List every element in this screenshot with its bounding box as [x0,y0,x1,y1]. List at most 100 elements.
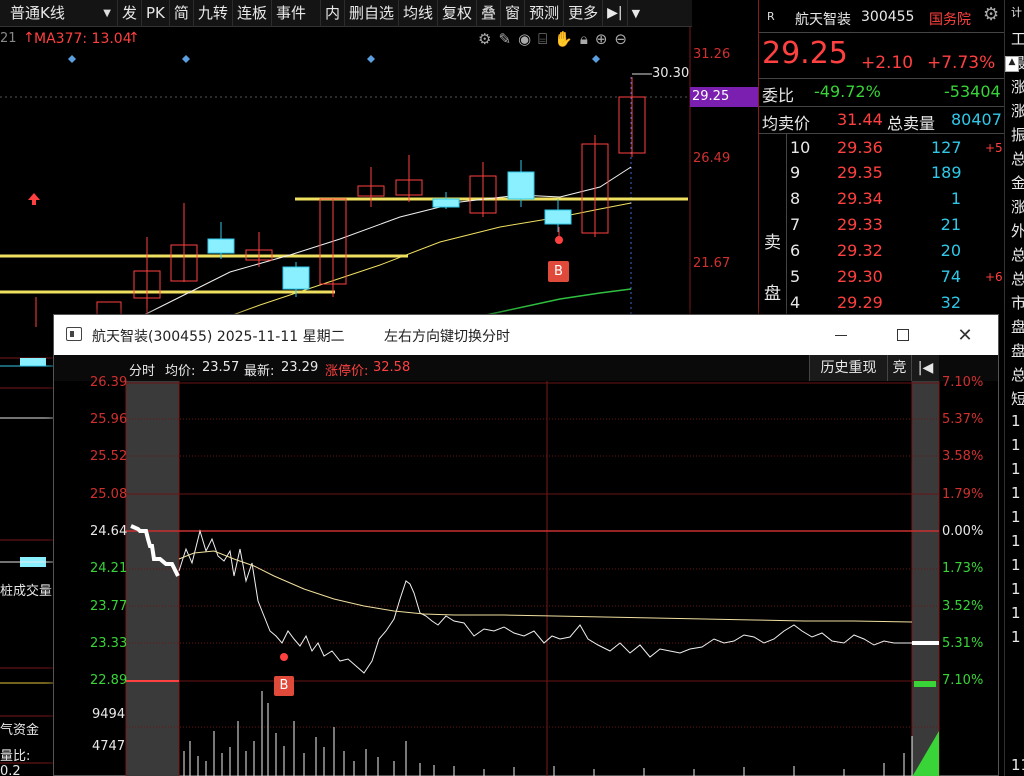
ask-volume: 127 [931,138,962,157]
pct-axis-label: 3.58% [942,449,984,464]
toolbar-item-events[interactable]: 事件 [272,0,321,27]
strip-char: 总 [1011,148,1024,169]
ask-price: 29.36 [837,138,883,157]
strip-char: 总 [1011,268,1024,289]
strip-char: 计 [1011,6,1022,19]
intraday-chart[interactable] [54,381,998,776]
toolbar-item-publish[interactable]: 发 [118,0,143,27]
minimize-button[interactable] [818,315,864,355]
chevron-down-icon[interactable]: ▼ [628,0,644,27]
close-button[interactable]: ✕ [942,315,988,355]
ask-volume: 20 [940,241,961,260]
toolbar-item-window[interactable]: 窗 [501,0,526,27]
ask-level: 5 [790,267,801,286]
left-indicator-panel: 桩成交量 气资金 量比: 0.2 [0,330,53,776]
price-axis-label: 25.08 [90,487,128,502]
ask-price: 29.35 [837,163,883,182]
volume-axis-label: 4747 [92,739,126,754]
ask-row[interactable]: 8 29.34 1 [759,187,1005,210]
ask-level: 7 [790,215,801,234]
ask-price: 29.34 [837,189,883,208]
ask-volume: 189 [931,163,962,182]
toolbar-item-nine-turn[interactable]: 九转 [194,0,233,27]
avg-price-label: 均价: [165,364,196,379]
toolbar-item-adjust[interactable]: 复权 [438,0,478,27]
gear-icon[interactable]: ⚙ [478,30,491,48]
toolbar-item-remove-watch[interactable]: 删自选 [345,0,399,27]
maximize-button[interactable] [880,315,926,355]
hand-icon[interactable]: ✋ [554,30,573,48]
close-icon: ✕ [957,324,973,346]
skip-end-icon[interactable]: ▶| [603,0,628,27]
side-info-strip: 计 工 最 ▲ 涨 涨 振 总 金 涨 外 总 总 市 盘 盘 总 短 1 1 … [1004,0,1024,776]
pct-axis-label: 1.79% [942,487,984,502]
limit-up-label: 涨停价: [325,364,369,379]
toolbar-item-ma[interactable]: 均线 [399,0,439,27]
ratio-diff: -53404 [944,82,1001,101]
toolbar-item-forecast[interactable]: 预测 [525,0,565,27]
ask-row[interactable]: 5 29.30 74 +6 [759,265,1005,288]
ask-volume: 74 [940,267,961,286]
skip-start-icon[interactable]: |◀ [911,355,939,381]
ask-price: 29.29 [837,293,883,312]
eye-icon[interactable]: ◉ [518,30,531,48]
bid-button[interactable]: 竞 [887,355,911,381]
buy-marker[interactable]: B [274,676,294,696]
strip-char: 盘 [1011,340,1024,361]
current-price-tag: 29.25 [690,87,758,107]
toolbar-item-more[interactable]: 更多 [564,0,604,27]
pct-axis-label: 0.00% [942,524,984,539]
price-axis-label: 21.67 [693,256,731,271]
last-price-value: 23.29 [281,360,319,375]
strip-char: 1 [1011,604,1021,622]
last-price-label: 最新: [244,364,275,379]
strip-char: 1 [1011,412,1021,430]
toolbar-item-limit-up[interactable]: 连板 [233,0,272,27]
basket-icon[interactable]: ⌸ [538,30,547,48]
strip-char: 市 [1011,292,1024,313]
ask-row[interactable]: 10 29.36 127 +5 [759,136,1005,159]
chart-toolbar: 普通K线 ▼ 发 PK 简 九转 连板 事件 内 删自选 均线 复权 叠 窗 预… [0,0,692,27]
period-selector[interactable]: 普通K线 ▼ [0,0,118,27]
strip-char: 盘 [1011,316,1024,337]
toolbar-item-overlay[interactable]: 叠 [477,0,502,27]
pct-axis-label: 3.52% [942,599,984,614]
pen-icon[interactable]: ✎ [498,30,511,48]
kline-chart[interactable]: 21 ↑ MA377: 13.04 ↑ ⚙ ✎ ◉ ⌸ ✋ 🔒︎ ⊕ ⊖ 31.… [0,27,758,327]
ask-row[interactable]: 4 29.29 32 [759,291,1005,314]
left-indicator-canvas [0,357,53,764]
lock-icon[interactable]: 🔒︎ [580,30,588,48]
popup-titlebar[interactable]: 航天智装(300455) 2025-11-11 星期二 左右方向键切换分时 ✕ [54,315,998,355]
strip-char: 短 [1011,388,1024,409]
toolbar-item-simple[interactable]: 简 [170,0,194,27]
pct-axis-label: 5.31% [942,636,984,651]
ratio-label: 委比 [762,86,795,105]
ask-row[interactable]: 9 29.35 189 [759,161,1005,184]
fund-label: 气资金 [0,723,40,738]
ask-volume: 32 [940,293,961,312]
toolbar-item-inner[interactable]: 内 [321,0,345,27]
buy-marker[interactable]: B [548,261,569,282]
concept-tag[interactable]: 国务院 [929,9,971,29]
ask-price: 29.30 [837,267,883,286]
pct-axis-label: 7.10% [942,673,984,688]
intraday-label: 分时 [129,364,156,379]
gear-icon[interactable]: ⚙ [983,4,999,25]
zoom-out-icon[interactable]: ⊖ [614,30,627,48]
strip-char: 1 [1011,436,1021,454]
toolbar-item-pk[interactable]: PK [142,0,170,27]
auction-shade [912,381,939,776]
ask-row[interactable]: 6 29.32 20 [759,239,1005,262]
ask-level: 4 [790,293,801,312]
price-axis-label: 31.26 [693,47,731,62]
pct-axis-label: 1.73% [942,561,984,576]
ma-up-arrow-icon: ↑ [128,30,140,46]
strip-char: 11 [1011,756,1024,774]
history-replay-button[interactable]: 历史重现 [809,355,887,381]
ask-row[interactable]: 7 29.33 21 [759,213,1005,236]
popup-hint: 左右方向键切换分时 [384,329,510,345]
zoom-in-icon[interactable]: ⊕ [595,30,608,48]
chevron-up-icon[interactable]: ▲ [1005,56,1019,72]
strip-char: 金 [1011,172,1024,193]
ratio-value: -49.72% [814,82,881,101]
